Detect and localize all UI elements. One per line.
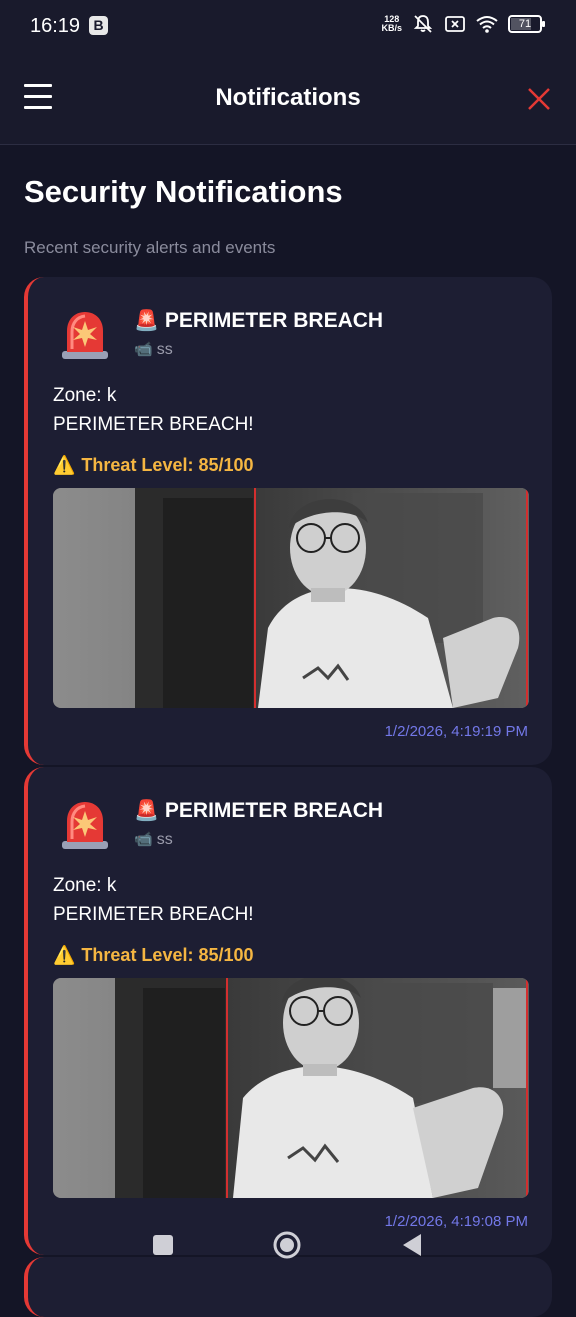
notification-title-text: PERIMETER BREACH xyxy=(164,309,384,332)
notification-card[interactable] xyxy=(24,1257,552,1317)
page-title: Security Notifications xyxy=(24,174,343,209)
net-speed-unit: KB/s xyxy=(381,23,402,33)
notification-title: 🚨 PERIMETER BREACH xyxy=(134,308,383,333)
threat-level: ⚠️ Threat Level: 85/100 xyxy=(53,945,254,966)
snapshot-image xyxy=(53,488,529,708)
siren-icon: 🚨 xyxy=(134,310,159,332)
camera-name: 📹 ss xyxy=(134,830,173,849)
close-icon[interactable] xyxy=(526,86,552,112)
video-camera-icon: 📹 xyxy=(134,831,153,848)
net-speed: 128 KB/s xyxy=(381,15,402,33)
threat-level: ⚠️ Threat Level: 85/100 xyxy=(53,455,254,476)
zone-label: Zone: k xyxy=(53,385,117,406)
camera-snapshot[interactable] xyxy=(53,488,529,708)
video-camera-icon: 📹 xyxy=(134,341,153,358)
battery-level: 71 xyxy=(518,18,532,30)
status-bar: 16:19 B 128 KB/s 71 xyxy=(0,0,576,54)
notification-timestamp: 1/2/2026, 4:19:19 PM xyxy=(384,723,528,740)
snapshot-image xyxy=(53,978,529,1198)
mute-icon xyxy=(413,15,433,33)
sim-x-icon xyxy=(445,16,465,32)
notification-card[interactable]: 🚨 PERIMETER BREACH 📹 ss Zone: k PERIMETER … xyxy=(24,767,552,1255)
notification-message: PERIMETER BREACH! xyxy=(53,414,254,435)
zone-label: Zone: k xyxy=(53,875,117,896)
camera-label: ss xyxy=(156,831,173,848)
warning-icon: ⚠️ xyxy=(53,945,76,965)
square-icon[interactable] xyxy=(148,1230,178,1260)
notification-title: 🚨 PERIMETER BREACH xyxy=(134,798,383,823)
circle-icon[interactable] xyxy=(272,1230,302,1260)
camera-name: 📹 ss xyxy=(134,340,173,359)
battery-icon: 71 xyxy=(508,15,545,33)
status-icons: 128 KB/s 71 xyxy=(381,14,545,34)
siren-icon: 🚨 xyxy=(134,800,159,822)
police-light-icon xyxy=(62,802,108,849)
warning-icon: ⚠️ xyxy=(53,455,76,475)
notification-title-text: PERIMETER BREACH xyxy=(164,799,384,822)
police-light-icon xyxy=(62,312,108,359)
notification-message: PERIMETER BREACH! xyxy=(53,904,254,925)
page-subtitle: Recent security alerts and events xyxy=(24,238,276,257)
system-nav-bar xyxy=(0,1224,576,1264)
threat-level-text: Threat Level: 85/100 xyxy=(81,455,254,475)
notification-card[interactable]: 🚨 PERIMETER BREACH 📹 ss Zone: k PERIMETER … xyxy=(24,277,552,765)
b-badge-icon: B xyxy=(89,16,108,35)
back-triangle-icon[interactable] xyxy=(397,1230,427,1260)
camera-label: ss xyxy=(156,341,173,358)
status-time: 16:19 xyxy=(30,15,81,37)
camera-snapshot[interactable] xyxy=(53,978,529,1198)
app-title: Notifications xyxy=(215,84,361,111)
app-bar: Notifications xyxy=(0,54,576,145)
threat-level-text: Threat Level: 85/100 xyxy=(81,945,254,965)
wifi-icon xyxy=(476,16,498,33)
